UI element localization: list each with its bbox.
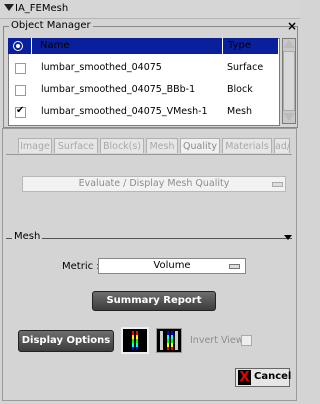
color-map-icon[interactable] (121, 327, 149, 354)
object-name[interactable]: lumbar_smoothed_04075_BBb-1 (41, 84, 195, 95)
mesh-group-divider (6, 238, 292, 239)
tab-quality[interactable]: Quality (180, 138, 220, 153)
object-name[interactable]: lumbar_smoothed_04075_VMesh-1 (41, 106, 208, 117)
scroll-up-arrow-icon[interactable] (283, 40, 295, 48)
column-header-name[interactable]: Name (40, 40, 70, 51)
summary-report-button[interactable]: Summary Report (92, 291, 216, 311)
close-icon[interactable]: × (287, 19, 297, 33)
tab-materials[interactable]: Materials (222, 138, 272, 153)
object-name[interactable]: lumbar_smoothed_04075 (41, 62, 162, 73)
window-title: IA_FEMesh (15, 3, 69, 14)
invert-view-checkbox[interactable] (241, 335, 252, 346)
tab-mesh[interactable]: Mesh (146, 138, 178, 153)
object-type: Mesh (227, 106, 253, 117)
column-separator (222, 38, 223, 54)
quality-mode-select[interactable]: Evaluate / Display Mesh Quality (22, 176, 286, 192)
tab-blocks[interactable]: Block(s) (100, 138, 144, 153)
row-visibility-checkbox[interactable] (15, 85, 26, 96)
column-separator (31, 38, 32, 54)
eye-icon[interactable] (13, 41, 23, 51)
scrollbar-thumb[interactable] (283, 51, 295, 111)
object-type: Block (227, 84, 253, 95)
row-visibility-checkbox[interactable] (15, 63, 26, 74)
row-visibility-checkbox[interactable] (15, 105, 26, 118)
display-options-button[interactable]: Display Options (18, 330, 114, 352)
object-type: Surface (227, 62, 264, 73)
tab-surface[interactable]: Surface (54, 138, 98, 153)
object-manager-title: Object Manager (9, 20, 93, 31)
metric-select[interactable]: Volume (98, 258, 246, 274)
tab-load[interactable]: ad/ (274, 138, 290, 153)
scroll-down-arrow-icon[interactable] (283, 113, 295, 121)
mesh-group-label: Mesh (12, 231, 43, 242)
tab-image[interactable]: Image (18, 138, 52, 153)
chevron-down-icon[interactable] (284, 235, 292, 240)
cancel-x-icon: X (238, 370, 251, 385)
dropdown-indicator-icon (272, 182, 283, 187)
collapse-arrow-icon[interactable] (4, 4, 14, 11)
cancel-label[interactable]: Cancel (254, 371, 291, 382)
inverted-color-map-icon[interactable] (156, 328, 182, 353)
invert-view-label: Invert View (190, 335, 244, 346)
column-header-type[interactable]: Type (228, 40, 251, 51)
metric-label: Metric : (62, 261, 100, 272)
dropdown-indicator-icon (229, 264, 240, 269)
